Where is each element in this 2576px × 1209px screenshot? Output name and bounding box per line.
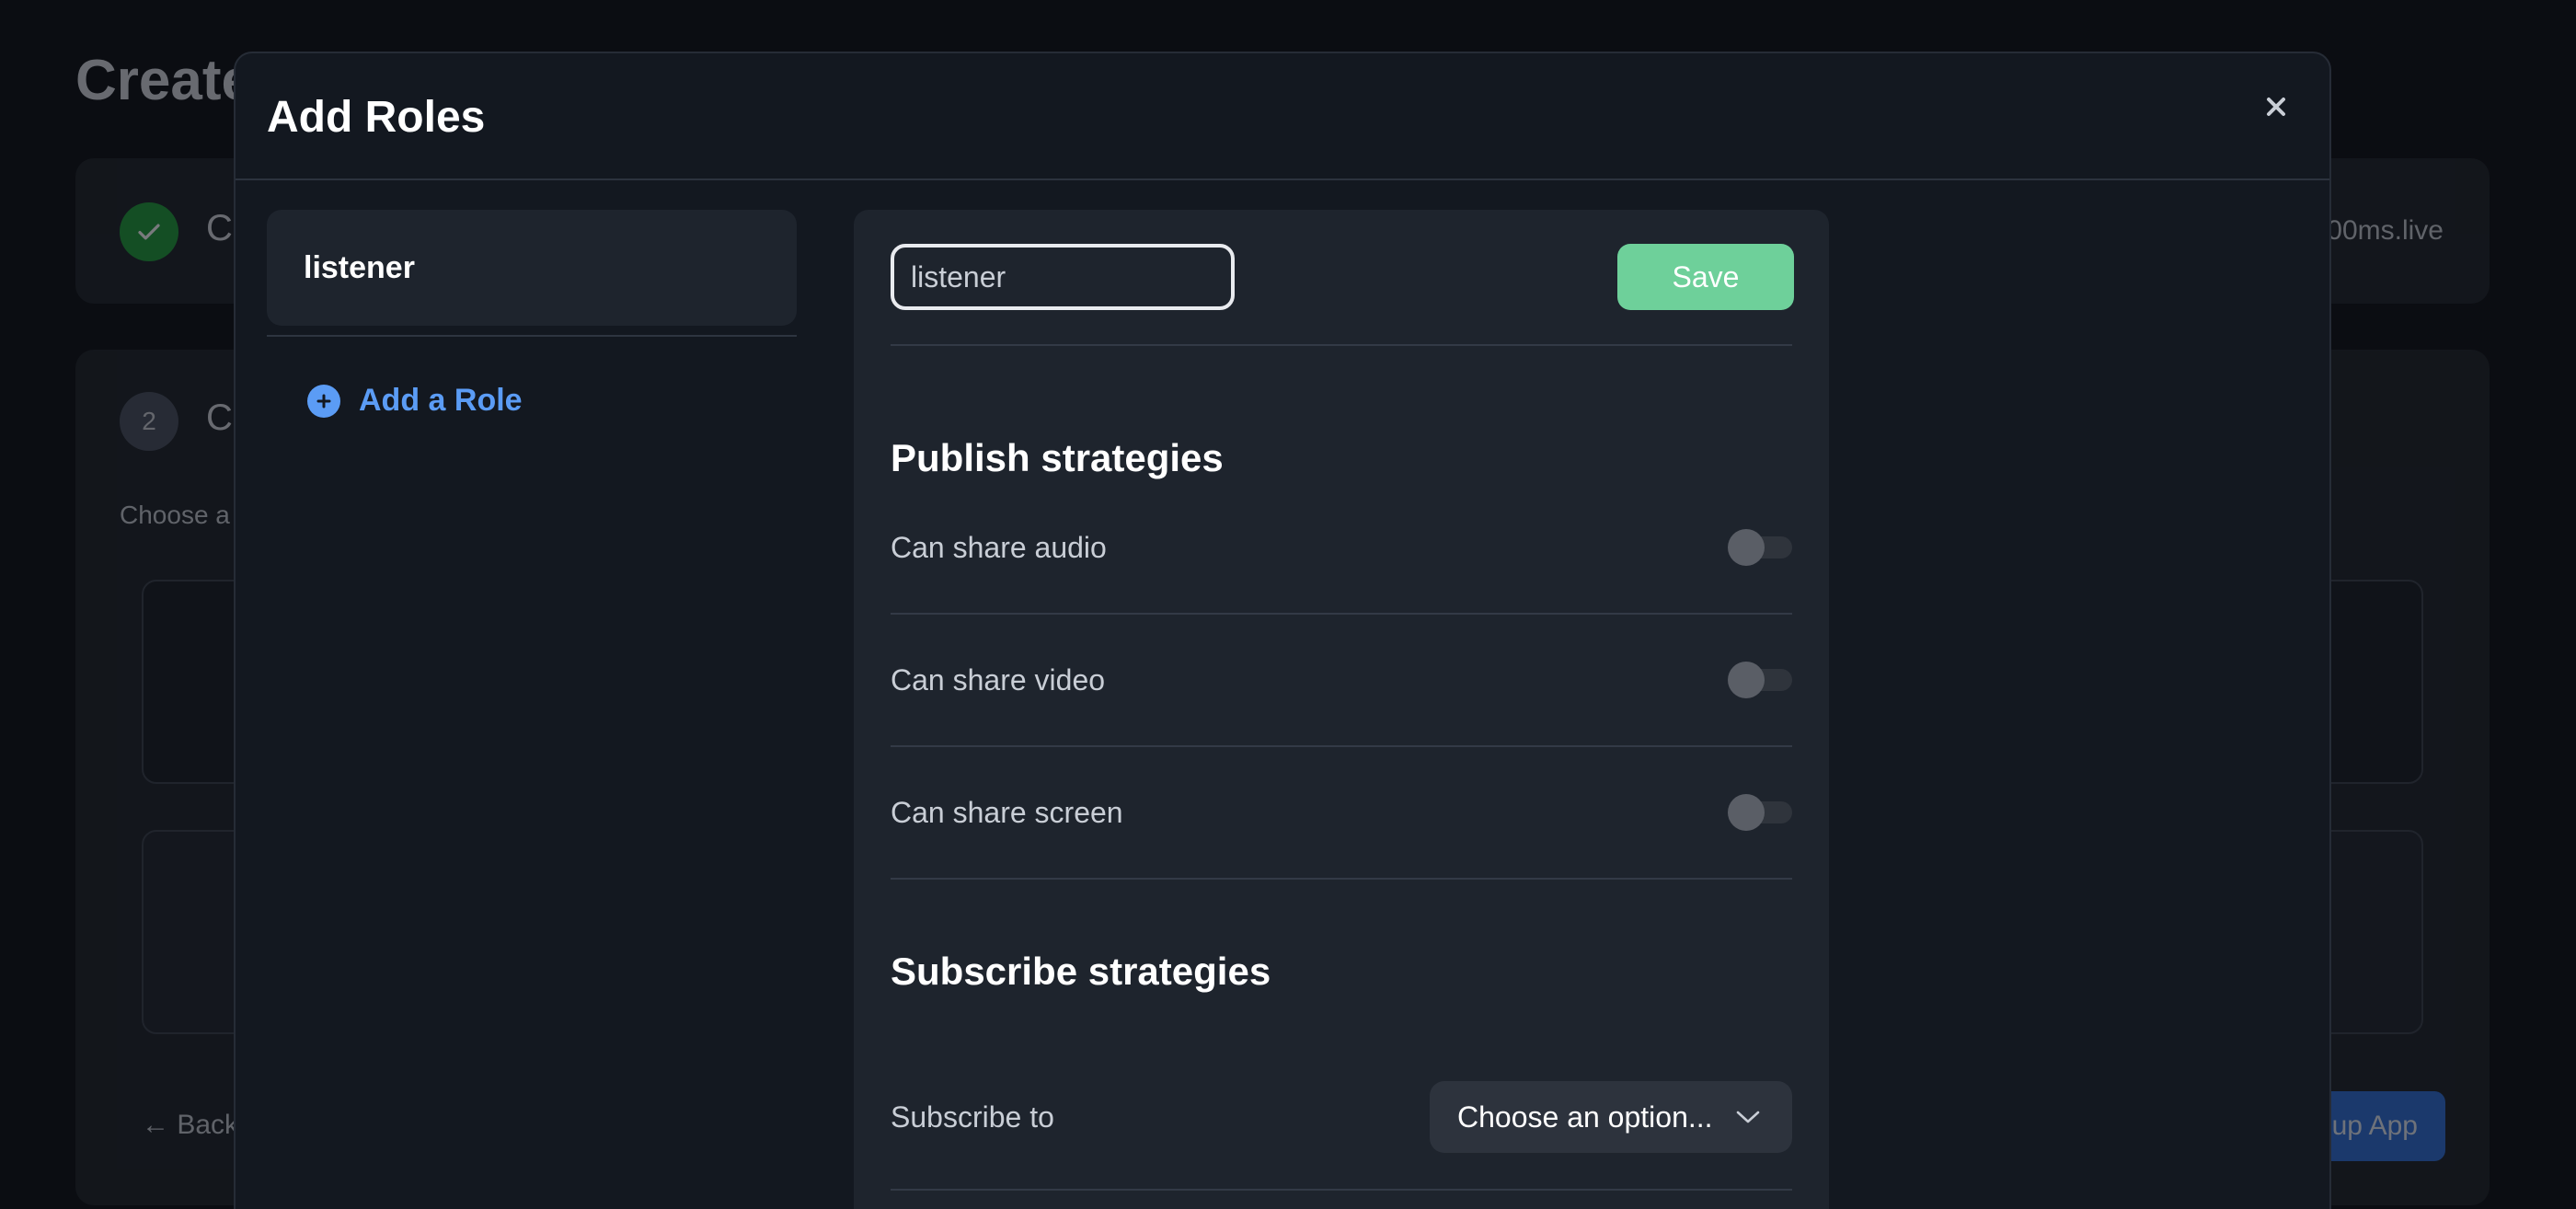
toggle-row-share-video: Can share video [891, 615, 1792, 747]
back-button[interactable]: ← Back [142, 1110, 238, 1141]
toggle-row-share-audio: Can share audio [891, 482, 1792, 615]
add-roles-modal: Add Roles listener Add a Role Save Publi… [234, 52, 2331, 1209]
toggle-knob [1728, 794, 1765, 831]
step-number-badge: 2 [120, 392, 178, 451]
share-video-toggle[interactable] [1728, 662, 1792, 698]
subscribe-to-select[interactable]: Choose an option... [1430, 1081, 1792, 1153]
toggle-label: Can share audio [891, 530, 1107, 564]
toggle-row-share-screen: Can share screen [891, 747, 1792, 880]
modal-header: Add Roles [236, 53, 2329, 180]
role-editor-panel: Save Publish strategies Can share audio … [854, 210, 1829, 1209]
close-icon [2267, 98, 2285, 116]
share-screen-toggle[interactable] [1728, 794, 1792, 831]
back-label: Back [177, 1110, 239, 1140]
toggle-label: Can share video [891, 662, 1106, 697]
step-1-label: C [206, 208, 233, 248]
share-audio-toggle[interactable] [1728, 529, 1792, 566]
chevron-down-icon [1736, 1111, 1760, 1123]
role-list: listener Add a Role [267, 210, 797, 419]
toggle-knob [1728, 662, 1765, 698]
choose-text: Choose a [120, 501, 230, 529]
toggle-label: Can share screen [891, 795, 1123, 829]
select-value: Choose an option... [1457, 1100, 1713, 1134]
subscribe-to-label: Subscribe to [891, 1100, 1054, 1134]
subscribe-to-row: Subscribe to Choose an option... [891, 994, 1792, 1191]
subscribe-strategies-title: Subscribe strategies [891, 950, 1271, 993]
divider [267, 335, 797, 337]
modal-title: Add Roles [267, 93, 486, 142]
domain-text: 00ms.live [2327, 215, 2444, 246]
save-button[interactable]: Save [1617, 244, 1794, 310]
close-button[interactable] [2256, 86, 2296, 127]
page-title: Create [75, 49, 253, 112]
role-item-listener[interactable]: listener [267, 210, 797, 326]
arrow-left-icon: ← [142, 1110, 169, 1140]
publish-strategies-title: Publish strategies [891, 436, 1224, 479]
role-name-input[interactable] [891, 244, 1235, 310]
check-icon [120, 202, 178, 261]
step-2-label: C [206, 397, 233, 438]
toggle-knob [1728, 529, 1765, 566]
add-role-label: Add a Role [359, 383, 523, 418]
plus-circle-icon [307, 384, 340, 418]
add-role-button[interactable]: Add a Role [307, 383, 797, 419]
editor-header: Save [891, 210, 1794, 346]
